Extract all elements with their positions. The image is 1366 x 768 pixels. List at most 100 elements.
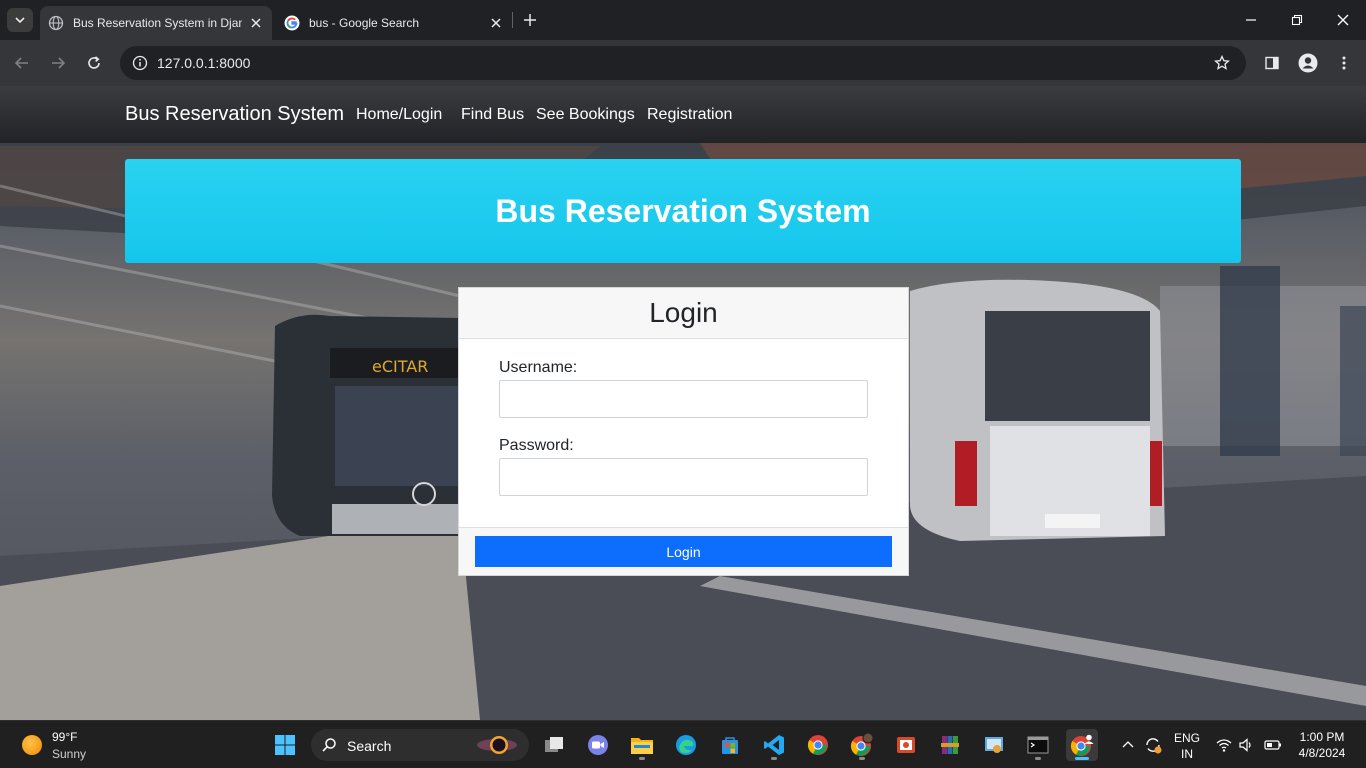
input-region[interactable]: IN [1170, 747, 1204, 761]
taskbar-app-file-explorer[interactable] [626, 729, 658, 761]
restore-button[interactable] [1285, 8, 1309, 32]
login-card-footer: Login [459, 527, 908, 575]
vscode-icon [764, 735, 784, 755]
taskbar-app-teams[interactable] [582, 729, 614, 761]
chrome-icon [807, 735, 828, 755]
archive-books-icon [941, 736, 959, 754]
site-navbar: Bus Reservation System Home/Login Find B… [0, 86, 1366, 143]
tab-search-button[interactable] [7, 8, 33, 32]
taskbar-app-vscode[interactable] [758, 729, 790, 761]
minimize-button[interactable] [1239, 8, 1263, 32]
weather-sun-icon[interactable] [22, 735, 42, 755]
weather-condition[interactable]: Sunny [52, 747, 86, 761]
close-window-button[interactable] [1331, 8, 1355, 32]
username-input[interactable] [499, 380, 868, 418]
search-highlight-eclipse-icon [477, 736, 517, 754]
windows-logo-icon [275, 735, 295, 755]
nav-link-find-bus[interactable]: Find Bus [461, 106, 524, 124]
clock-time[interactable]: 1:00 PM [1290, 730, 1354, 744]
tab-close-icon[interactable] [488, 15, 504, 31]
edge-browser-icon [676, 735, 696, 755]
restore-icon [1291, 14, 1303, 26]
task-view-icon [545, 737, 563, 752]
taskbar-app-chrome[interactable] [802, 729, 834, 761]
svg-text:eCITAR: eCITAR [372, 357, 428, 376]
speaker-icon [1239, 738, 1251, 752]
taskbar-app-chrome-profile[interactable] [846, 729, 878, 761]
input-language[interactable]: ENG [1170, 731, 1204, 745]
reload-button[interactable] [82, 51, 106, 75]
back-button[interactable] [10, 51, 34, 75]
weather-temperature[interactable]: 99°F [52, 730, 77, 744]
browser-tab-google-search[interactable]: bus - Google Search [276, 6, 512, 40]
start-button[interactable] [269, 729, 301, 761]
tab-title: Bus Reservation System in Djan [73, 16, 242, 30]
task-view-button[interactable] [538, 729, 570, 761]
taskbar-app-control-panel[interactable] [978, 729, 1010, 761]
arrow-right-icon [52, 57, 66, 69]
nav-link-registration[interactable]: Registration [647, 106, 732, 124]
chrome-profile-icon [850, 733, 874, 756]
battery-status[interactable] [1262, 729, 1284, 761]
search-icon [322, 738, 336, 752]
taskbar-app-winrar[interactable] [934, 729, 966, 761]
login-button[interactable]: Login [475, 536, 892, 567]
chrome-profile-icon [1070, 734, 1094, 756]
avatar-icon [1298, 53, 1318, 73]
tab-title: bus - Google Search [309, 16, 420, 30]
tab-separator [512, 12, 513, 28]
chrome-menu-button[interactable] [1332, 51, 1356, 75]
show-hidden-icons-button[interactable] [1117, 729, 1139, 761]
password-input[interactable] [499, 458, 868, 496]
clock-date[interactable]: 4/8/2024 [1290, 746, 1354, 760]
new-tab-button[interactable] [518, 8, 542, 32]
terminal-icon [1027, 736, 1049, 754]
forward-button[interactable] [46, 51, 70, 75]
control-panel-icon [985, 737, 1003, 753]
chevron-down-icon [15, 17, 25, 24]
volume-status[interactable] [1236, 729, 1256, 761]
url-text[interactable]: 127.0.0.1:8000 [157, 55, 250, 71]
running-indicator [639, 757, 645, 760]
tab-close-icon[interactable] [248, 15, 264, 31]
side-panel-icon [1265, 56, 1279, 70]
folder-icon [631, 738, 653, 754]
wifi-icon [1216, 739, 1232, 752]
video-chat-icon [588, 735, 608, 755]
taskbar-search-box[interactable]: Search [311, 729, 529, 761]
arrow-left-icon [14, 57, 28, 69]
taskbar-app-office[interactable] [890, 729, 922, 761]
wifi-status[interactable] [1214, 729, 1234, 761]
globe-icon [48, 15, 64, 31]
active-indicator [1075, 757, 1089, 760]
side-panel-button[interactable] [1260, 51, 1284, 75]
running-indicator [771, 757, 777, 760]
nav-link-home-login[interactable]: Home/Login [356, 106, 442, 124]
site-info-icon[interactable] [128, 51, 152, 75]
search-label: Search [347, 738, 392, 754]
profile-button[interactable] [1296, 51, 1320, 75]
battery-icon [1264, 740, 1281, 750]
taskbar-app-edge[interactable] [670, 729, 702, 761]
reload-icon [88, 56, 100, 69]
taskbar-app-chrome-active[interactable] [1066, 729, 1098, 761]
google-icon [284, 15, 300, 31]
navbar-brand[interactable]: Bus Reservation System [125, 103, 344, 126]
login-title: Login [649, 297, 718, 328]
plus-icon [524, 14, 536, 26]
browser-tab-active[interactable]: Bus Reservation System in Djan [40, 6, 272, 40]
username-label: Username: [499, 359, 578, 376]
windows-taskbar: 99°F Sunny Search ENG IN 1:00 PM 4/8/202… [0, 720, 1366, 768]
taskbar-app-store[interactable] [714, 729, 746, 761]
sync-status-button[interactable] [1141, 729, 1165, 761]
running-indicator [859, 757, 865, 760]
sync-icon [1146, 738, 1162, 754]
web-page: eCITAR Bus Reservation System Home/Login… [0, 86, 1366, 720]
taskbar-app-terminal[interactable] [1022, 729, 1054, 761]
nav-link-see-bookings[interactable]: See Bookings [536, 106, 635, 124]
browser-toolbar: 127.0.0.1:8000 [0, 40, 1366, 86]
hero-title: Bus Reservation System [495, 192, 871, 229]
address-bar[interactable]: 127.0.0.1:8000 [120, 46, 1246, 80]
password-label: Password: [499, 437, 574, 454]
bookmark-star-icon[interactable] [1210, 51, 1234, 75]
